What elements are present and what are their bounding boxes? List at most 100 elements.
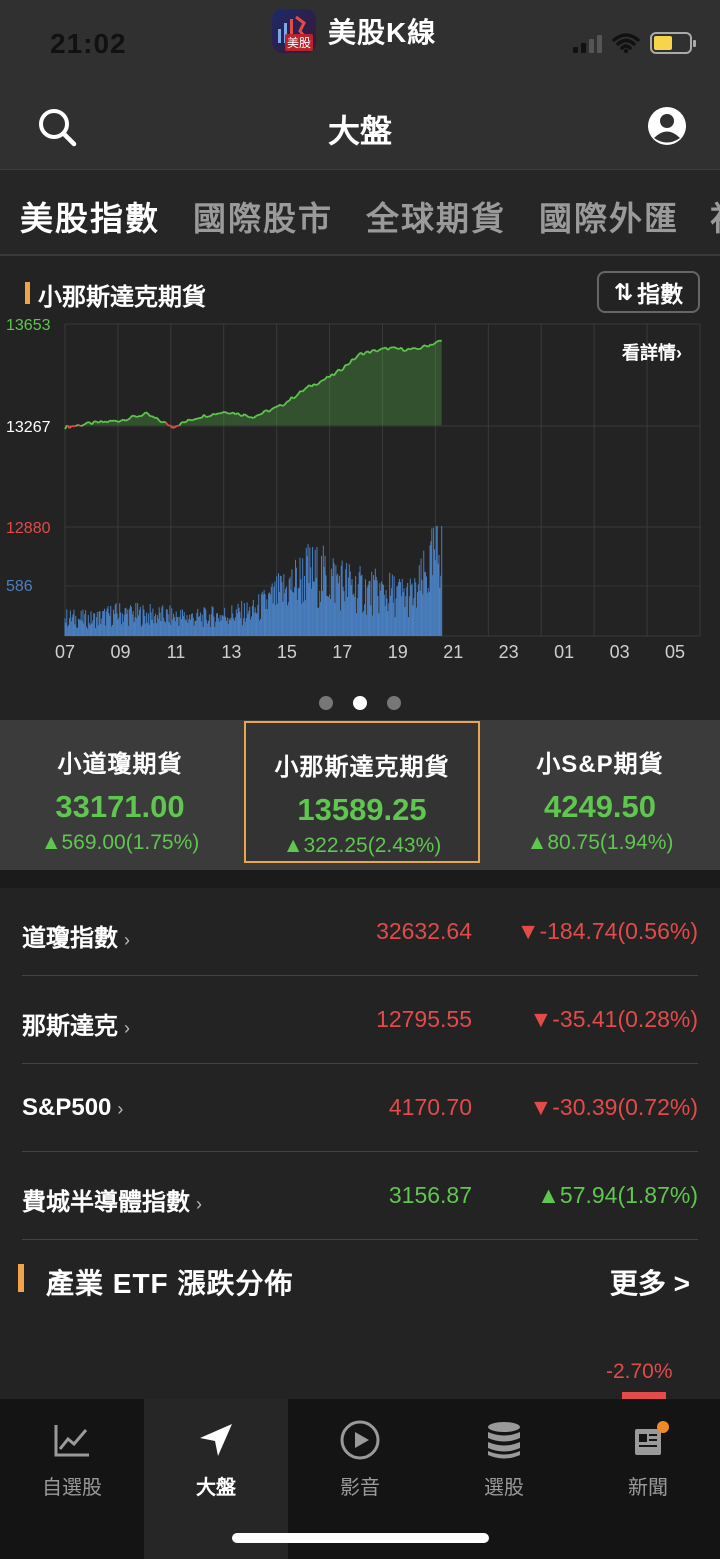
price-line-segment (134, 415, 138, 418)
chevron-right-icon: › (196, 1194, 202, 1214)
index-name-label: 那斯達克 (22, 1013, 118, 1040)
database-icon (488, 1422, 520, 1459)
etf-distribution-chart: -2.70% (0, 1312, 720, 1400)
y-label-high: 13653 (6, 317, 51, 334)
etf-title-accent (18, 1264, 24, 1292)
section-divider (0, 870, 720, 888)
index-row-sox[interactable]: 費城半導體指數 › 3156.87 ▲57.94(1.87%) (22, 1152, 698, 1240)
price-line-segment (136, 415, 140, 418)
index-name: 道瓊指數 › (22, 918, 130, 953)
y-label-low: 12880 (6, 520, 51, 537)
intraday-chart[interactable]: 13653 13267 12880 586 07 09 11 13 15 17 19 21 23 01 03… (0, 256, 720, 686)
price-line-segment (423, 344, 427, 347)
app-logo-label: 美股 (284, 34, 313, 51)
price-line-segment (205, 415, 209, 419)
price-line-segment (255, 414, 259, 418)
index-row-nasdaq[interactable]: 那斯達克 › 12795.55 ▼-35.41(0.28%) (22, 976, 698, 1064)
index-value: 3156.87 (388, 1182, 472, 1208)
index-name: 費城半導體指數 › (22, 1182, 202, 1217)
tab-global-futures[interactable]: 全球期貨 (366, 192, 506, 240)
price-line-segment (125, 418, 129, 422)
tab-more[interactable]: 初 (710, 192, 720, 240)
future-change: ▲569.00(1.75%) (40, 831, 200, 854)
price-line-segment (259, 412, 263, 416)
chart-detail-link[interactable]: 看詳情› (621, 342, 682, 363)
future-change: ▲80.75(1.94%) (526, 831, 674, 854)
tab-forex[interactable]: 國際外匯 (539, 192, 679, 240)
tab-us-indices[interactable]: 美股指數 (20, 192, 160, 240)
x-tick-label: 19 (388, 642, 408, 662)
bottom-nav-label: 大盤 (196, 1477, 236, 1499)
etf-bar-value: -2.70% (606, 1360, 673, 1383)
price-line-segment (409, 347, 413, 351)
index-name: 那斯達克 › (22, 1006, 130, 1041)
nav-bar: 大盤 (0, 80, 720, 170)
index-change: ▲57.94(1.87%) (537, 1182, 698, 1208)
price-line-segment (196, 417, 200, 420)
price-line-segment (214, 412, 218, 416)
price-line-segment (436, 339, 440, 343)
play-icon (340, 1420, 380, 1460)
price-line-segment (163, 420, 167, 424)
price-line-segment (161, 420, 164, 424)
future-card-nasdaq[interactable]: 小那斯達克期貨 13589.25 ▲322.25(2.43%) (244, 721, 480, 863)
pager-dot[interactable] (387, 696, 401, 710)
price-line-segment (192, 418, 196, 422)
index-change: ▼-30.39(0.72%) (529, 1094, 698, 1120)
price-line-segment (414, 347, 418, 350)
x-tick-label: 01 (554, 642, 574, 662)
price-line-segment (418, 347, 422, 350)
user-icon[interactable] (646, 105, 688, 147)
price-line-segment (172, 426, 176, 429)
index-value: 4170.70 (388, 1094, 472, 1120)
newspaper-icon (635, 1421, 669, 1455)
index-row-sp500[interactable]: S&P500 › 4170.70 ▼-30.39(0.72%) (22, 1064, 698, 1152)
bottom-nav-news[interactable]: 新聞 (576, 1399, 720, 1559)
price-line-segment (273, 406, 277, 409)
chevron-right-icon: › (117, 1099, 124, 1119)
wifi-icon (612, 33, 640, 54)
chart-pager[interactable] (0, 696, 720, 710)
price-line-segment (122, 418, 126, 422)
app-logo-icon: 美股 (272, 9, 316, 53)
price-line-segment (174, 425, 178, 429)
x-tick-label: 07 (55, 642, 75, 662)
pager-dot[interactable] (319, 696, 333, 710)
future-name: 小道瓊期貨 (57, 751, 183, 778)
future-card-dow[interactable]: 小道瓊期貨 33171.00 ▲569.00(1.75%) (2, 720, 238, 862)
price-line-segment (275, 405, 279, 408)
futures-strip: 小道瓊期貨 33171.00 ▲569.00(1.75%) 小那斯達克期貨 13… (0, 720, 720, 870)
price-line-segment (73, 424, 77, 428)
price-line-segment (82, 423, 86, 427)
price-line-segment (102, 420, 106, 424)
price-line-segment (188, 418, 191, 421)
index-name-label: S&P500 (22, 1094, 112, 1121)
x-tick-label: 17 (332, 642, 352, 662)
future-card-sp[interactable]: 小S&P期貨 4249.50 ▲80.75(1.94%) (482, 720, 718, 862)
price-line-segment (80, 424, 84, 427)
price-line-segment (376, 349, 380, 353)
price-line-segment (145, 411, 149, 415)
chevron-right-icon: › (124, 930, 130, 950)
x-tick-label: 13 (221, 642, 241, 662)
bottom-nav-watchlist[interactable]: 自選股 (0, 1399, 144, 1559)
chevron-right-icon: › (124, 1018, 130, 1038)
price-line-segment (347, 362, 351, 366)
pager-dot-active[interactable] (353, 696, 367, 710)
index-name-label: 道瓊指數 (22, 925, 118, 952)
etf-section-header: 產業 ETF 漲跌分佈 更多 > (0, 1242, 720, 1312)
cellular-signal-icon (573, 33, 602, 53)
index-change: ▼-35.41(0.28%) (529, 1006, 698, 1032)
price-line-segment (118, 419, 122, 423)
x-tick-label: 23 (499, 642, 519, 662)
price-line-segment (320, 379, 324, 383)
index-value: 12795.55 (376, 1006, 472, 1032)
price-line-segment (396, 347, 400, 350)
tab-intl-stocks[interactable]: 國際股市 (193, 192, 333, 240)
bottom-nav-label: 新聞 (628, 1477, 668, 1499)
app-name: 美股K線 (328, 17, 437, 48)
navigation-arrow-icon (200, 1424, 232, 1456)
index-row-dow[interactable]: 道瓊指數 › 32632.64 ▼-184.74(0.56%) (22, 888, 698, 976)
etf-more-link[interactable]: 更多 > (610, 1262, 690, 1302)
x-tick-label: 05 (665, 642, 685, 662)
